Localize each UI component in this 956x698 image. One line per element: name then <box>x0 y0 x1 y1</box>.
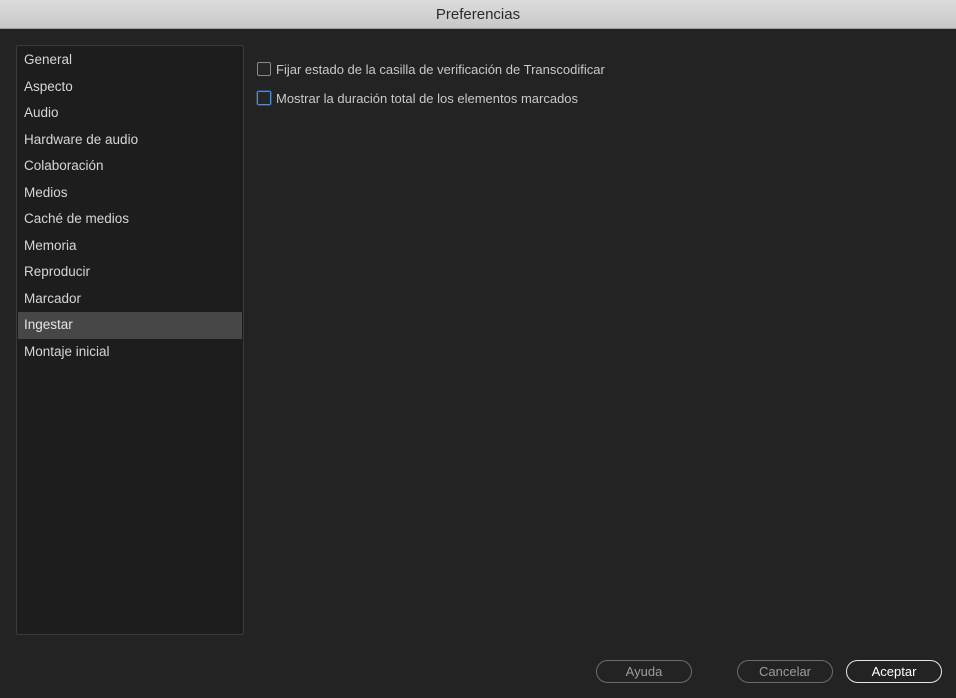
ingest-options-panel: Fijar estado de la casilla de verificaci… <box>257 57 605 115</box>
marked-duration-checkbox-label[interactable]: Mostrar la duración total de los element… <box>276 91 578 106</box>
sidebar-item-hardware-de-audio[interactable]: Hardware de audio <box>18 127 242 154</box>
option-row-marked-duration[interactable]: Mostrar la duración total de los element… <box>257 86 605 110</box>
sidebar-item-memoria[interactable]: Memoria <box>18 233 242 260</box>
sidebar-item-aspecto[interactable]: Aspecto <box>18 74 242 101</box>
sidebar-item-medios[interactable]: Medios <box>18 180 242 207</box>
transcode-checkbox-label[interactable]: Fijar estado de la casilla de verificaci… <box>276 62 605 77</box>
sidebar-item-cache-de-medios[interactable]: Caché de medios <box>18 206 242 233</box>
sidebar-item-reproducir[interactable]: Reproducir <box>18 259 242 286</box>
sidebar-item-marcador[interactable]: Marcador <box>18 286 242 313</box>
cancel-button[interactable]: Cancelar <box>737 660 833 683</box>
preferences-window: Preferencias General Aspecto Audio Hardw… <box>0 0 956 698</box>
sidebar-item-montaje-inicial[interactable]: Montaje inicial <box>18 339 242 366</box>
help-button[interactable]: Ayuda <box>596 660 692 683</box>
preferences-category-list[interactable]: General Aspecto Audio Hardware de audio … <box>16 45 244 635</box>
sidebar-item-ingestar[interactable]: Ingestar <box>18 312 242 339</box>
option-row-transcode[interactable]: Fijar estado de la casilla de verificaci… <box>257 57 605 81</box>
marked-duration-checkbox[interactable] <box>257 91 271 105</box>
ok-button[interactable]: Aceptar <box>846 660 942 683</box>
window-title: Preferencias <box>435 6 521 23</box>
sidebar-item-audio[interactable]: Audio <box>18 100 242 127</box>
transcode-checkbox[interactable] <box>257 62 271 76</box>
sidebar-item-general[interactable]: General <box>18 47 242 74</box>
sidebar-item-colaboracion[interactable]: Colaboración <box>18 153 242 180</box>
title-bar[interactable]: Preferencias <box>0 0 956 29</box>
